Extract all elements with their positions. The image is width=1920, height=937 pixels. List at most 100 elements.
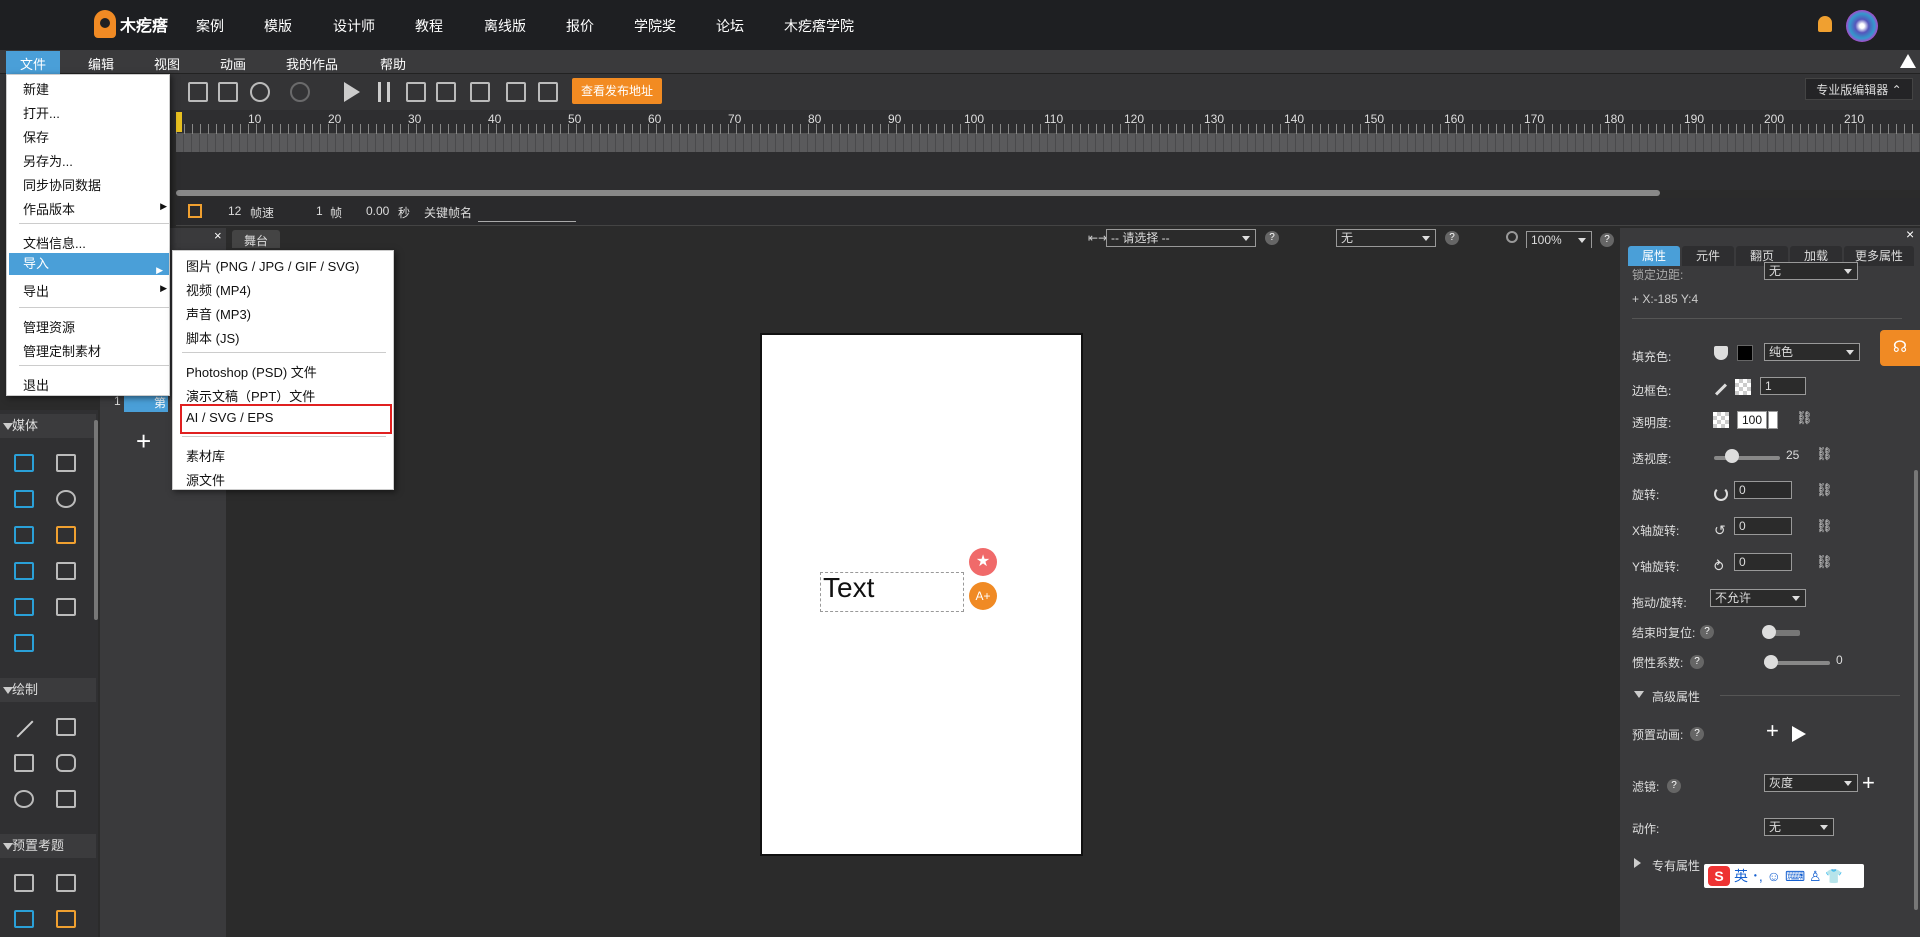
pro-editor-select[interactable]: 专业版编辑器 ⌃ bbox=[1805, 78, 1913, 100]
layer-row[interactable]: 第 bbox=[124, 394, 168, 412]
align-select[interactable]: -- 请选择 -- bbox=[1106, 229, 1256, 247]
import-image[interactable]: 图片 (PNG / JPG / GIF / SVG) bbox=[186, 256, 359, 275]
favorite-icon[interactable]: ★ bbox=[969, 548, 997, 576]
link-icon[interactable]: ⛓ bbox=[1796, 410, 1813, 425]
link-icon[interactable]: ⛓ bbox=[1816, 554, 1833, 569]
nav-item[interactable]: 离线版 bbox=[484, 16, 526, 36]
customer-service-icon[interactable]: ☊ bbox=[1880, 330, 1920, 366]
preview-icon[interactable] bbox=[436, 82, 456, 102]
inertia-slider-knob[interactable] bbox=[1764, 655, 1778, 669]
x-rotate-input[interactable]: 0 bbox=[1734, 517, 1792, 535]
timeline-track[interactable] bbox=[176, 134, 1920, 152]
tab-symbols[interactable]: 元件 bbox=[1682, 246, 1734, 266]
paint-bucket-icon[interactable] bbox=[1714, 346, 1728, 360]
transparency-slider-knob[interactable] bbox=[1725, 449, 1739, 463]
menu-item-save[interactable]: 保存 bbox=[23, 127, 173, 146]
filter-select[interactable]: 灰度 bbox=[1764, 774, 1858, 792]
left-panel-scrollbar[interactable] bbox=[94, 420, 98, 620]
help-icon[interactable]: ? bbox=[1690, 655, 1704, 669]
nav-item[interactable]: 设计师 bbox=[333, 16, 375, 36]
advanced-label[interactable]: 高级属性 bbox=[1652, 688, 1700, 705]
close-icon[interactable]: × bbox=[214, 228, 222, 243]
text-element[interactable]: Text bbox=[820, 572, 964, 612]
rotate-input[interactable]: 0 bbox=[1734, 481, 1792, 499]
sound-icon[interactable] bbox=[56, 490, 76, 508]
collapse-arrow-icon[interactable] bbox=[1634, 691, 1644, 698]
import-psd[interactable]: Photoshop (PSD) 文件 bbox=[186, 362, 317, 381]
menu-item-new[interactable]: 新建 bbox=[23, 79, 173, 98]
section-media[interactable]: 媒体 bbox=[0, 414, 96, 438]
lock-margin-select[interactable]: 无 bbox=[1764, 262, 1858, 280]
list-icon[interactable] bbox=[14, 874, 34, 892]
menu-help[interactable]: 帮助 bbox=[380, 54, 406, 73]
play-icon[interactable] bbox=[1792, 726, 1806, 742]
section-draw[interactable]: 绘制 bbox=[0, 678, 96, 702]
menu-edit[interactable]: 编辑 bbox=[88, 54, 114, 73]
nav-item[interactable]: 论坛 bbox=[716, 16, 744, 36]
opacity-input[interactable]: 100 bbox=[1737, 411, 1767, 429]
section-preset-questions[interactable]: 预置考题 bbox=[0, 834, 96, 858]
nav-item[interactable]: 模版 bbox=[264, 16, 292, 36]
help-icon[interactable]: ? bbox=[1600, 233, 1614, 247]
import-ppt[interactable]: 演示文稿（PPT）文件 bbox=[186, 386, 315, 405]
tab-properties[interactable]: 属性 bbox=[1628, 246, 1680, 266]
rounded-rectangle-icon[interactable] bbox=[56, 754, 76, 772]
playhead[interactable] bbox=[176, 112, 182, 132]
grid-icon[interactable] bbox=[14, 454, 34, 472]
redo-icon[interactable] bbox=[290, 82, 310, 102]
drag-question-icon[interactable] bbox=[56, 910, 76, 928]
import-video[interactable]: 视频 (MP4) bbox=[186, 280, 251, 299]
stroke-color-swatch[interactable] bbox=[1735, 379, 1751, 395]
import-script[interactable]: 脚本 (JS) bbox=[186, 328, 239, 347]
menu-view[interactable]: 视图 bbox=[154, 54, 180, 73]
pen-icon[interactable] bbox=[56, 718, 76, 736]
ime-toolbar[interactable]: 英 ･, ☺ ⌨ ♙ 👕 bbox=[1704, 864, 1864, 888]
transparency-slider[interactable] bbox=[1714, 456, 1780, 460]
close-icon[interactable]: × bbox=[1906, 226, 1914, 242]
fill-type-select[interactable]: 纯色 bbox=[1764, 343, 1860, 361]
menu-my-works[interactable]: 我的作品 bbox=[286, 54, 338, 73]
js-icon[interactable] bbox=[506, 82, 526, 102]
menu-item-doc-info[interactable]: 文档信息... bbox=[23, 233, 173, 252]
import-source-file[interactable]: 源文件 bbox=[186, 470, 225, 489]
menu-item-manage-assets[interactable]: 管理资源 bbox=[23, 317, 173, 336]
menu-item-sync[interactable]: 同步协同数据 bbox=[23, 175, 173, 194]
add-animation-icon[interactable]: A+ bbox=[969, 582, 997, 610]
help-icon[interactable]: ? bbox=[1265, 231, 1279, 245]
menu-item-exit[interactable]: 退出 bbox=[23, 375, 173, 394]
collapse-icon[interactable] bbox=[1900, 54, 1916, 68]
nav-item[interactable]: 案例 bbox=[196, 16, 224, 36]
reset-toggle-knob[interactable] bbox=[1762, 625, 1776, 639]
link-icon[interactable]: ⛓ bbox=[1816, 482, 1833, 497]
fill-color-swatch[interactable] bbox=[1737, 345, 1753, 361]
opacity-dropdown-icon[interactable] bbox=[1768, 411, 1778, 429]
menu-item-manage-custom[interactable]: 管理定制素材 bbox=[23, 341, 173, 360]
help-icon[interactable]: ? bbox=[1690, 727, 1704, 741]
menu-file[interactable]: 文件 bbox=[6, 51, 61, 76]
list-alt-icon[interactable] bbox=[56, 874, 76, 892]
code-icon[interactable] bbox=[14, 598, 34, 616]
menu-item-open[interactable]: 打开... bbox=[23, 103, 173, 122]
menu-item-import[interactable]: 导入 ▶ bbox=[9, 253, 169, 275]
package-icon[interactable] bbox=[538, 82, 558, 102]
nav-item[interactable]: 木疙瘩学院 bbox=[784, 16, 854, 36]
keyframe-name-input[interactable] bbox=[478, 206, 576, 222]
import-audio[interactable]: 声音 (MP3) bbox=[186, 304, 251, 323]
zoom-select[interactable]: 100% bbox=[1526, 231, 1592, 249]
menu-item-version[interactable]: 作品版本 ▶ bbox=[23, 199, 173, 218]
video-icon[interactable] bbox=[14, 526, 34, 544]
special-properties-label[interactable]: 专有属性 bbox=[1652, 857, 1700, 874]
onion-skin-icon[interactable] bbox=[188, 204, 202, 218]
import-asset-library[interactable]: 素材库 bbox=[186, 446, 225, 465]
image-icon[interactable] bbox=[14, 490, 34, 508]
nav-item[interactable]: 学院奖 bbox=[634, 16, 676, 36]
circle-icon[interactable] bbox=[14, 790, 34, 808]
play-icon[interactable] bbox=[344, 82, 360, 102]
qrcode-icon[interactable] bbox=[470, 82, 490, 102]
help-icon[interactable]: ? bbox=[1445, 231, 1459, 245]
paste-icon[interactable] bbox=[188, 82, 208, 102]
psd-icon[interactable] bbox=[56, 454, 76, 472]
slideshow-icon[interactable] bbox=[14, 634, 34, 652]
y-rotate-input[interactable]: 0 bbox=[1734, 553, 1792, 571]
link-icon[interactable]: ⛓ bbox=[1816, 446, 1833, 461]
